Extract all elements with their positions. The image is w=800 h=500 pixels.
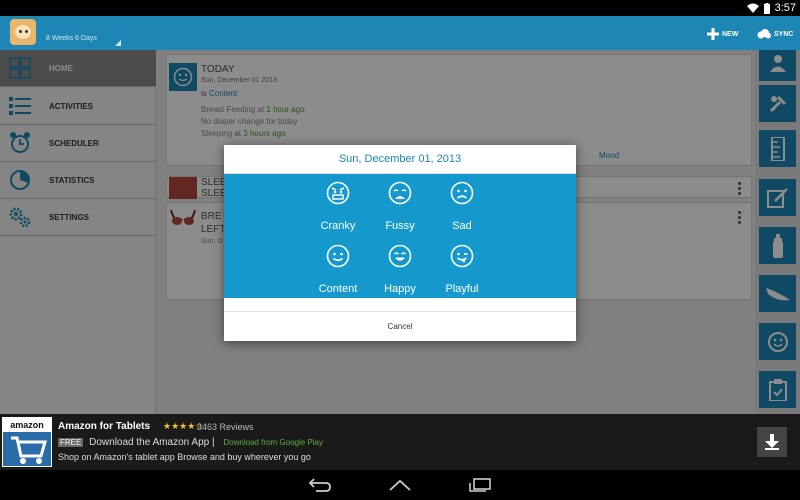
action-bar: 8 Weeks 6 Days NEW SYNC	[0, 16, 800, 50]
download-arrow-icon	[765, 434, 779, 450]
mood-option-content[interactable]: Content	[308, 244, 368, 295]
mood-label-content: Content	[318, 283, 358, 295]
ad-tagline: Shop on Amazon's tablet app Browse and b…	[58, 452, 311, 462]
battery-icon	[763, 2, 770, 14]
mood-label-cranky: Cranky	[320, 220, 356, 232]
content-face-icon	[326, 244, 350, 268]
mood-label-sad: Sad	[452, 220, 472, 232]
new-label: NEW	[722, 30, 739, 38]
ad-download-button[interactable]	[757, 427, 787, 457]
mood-label-happy: Happy	[384, 283, 416, 295]
happy-face-icon	[388, 244, 412, 268]
system-nav-bar	[0, 470, 800, 500]
google-play-text: Download from Google Play	[223, 438, 323, 447]
ad-title: Amazon for Tablets	[58, 421, 151, 432]
sync-label: SYNC	[774, 30, 794, 38]
plus-icon	[707, 28, 719, 40]
mood-option-fussy[interactable]: Fussy	[370, 181, 430, 232]
recents-button[interactable]	[466, 476, 494, 494]
sync-button[interactable]: SYNC	[757, 24, 793, 44]
back-arrow-icon	[308, 478, 331, 492]
ad-download-text: Download the Amazon App |	[89, 437, 215, 448]
mood-option-playful[interactable]: Playful	[432, 244, 492, 295]
dialog-title: Sun, December 01, 2013	[224, 145, 576, 174]
ad-banner[interactable]: amazon Amazon for Tablets ★★★★☆ 3463 Rev…	[0, 414, 800, 470]
playful-face-icon	[450, 244, 474, 268]
back-button[interactable]	[306, 476, 334, 494]
mood-label-playful: Playful	[445, 283, 479, 295]
mood-grid: Cranky Fussy Sad Content Happy Playful	[224, 174, 576, 298]
baby-age-spinner[interactable]: 8 Weeks 6 Days	[46, 35, 97, 42]
home-button[interactable]	[386, 476, 414, 494]
amazon-logo: amazon	[2, 417, 52, 467]
free-badge: FREE	[58, 438, 84, 447]
recents-icon	[469, 478, 491, 492]
new-button[interactable]: NEW	[707, 24, 738, 44]
sad-face-icon	[450, 181, 474, 205]
ad-reviews: 3463 Reviews	[197, 422, 254, 432]
amazon-logo-text: amazon	[3, 418, 51, 432]
shopping-cart-icon	[11, 436, 47, 464]
cancel-button[interactable]: Cancel	[224, 312, 576, 341]
wifi-icon	[746, 3, 759, 13]
fussy-face-icon	[388, 181, 412, 205]
mood-option-cranky[interactable]: Cranky	[308, 181, 368, 232]
mood-option-happy[interactable]: Happy	[370, 244, 430, 295]
ad-description: FREE Download the Amazon App | Download …	[58, 437, 323, 448]
app-logo[interactable]	[10, 19, 36, 45]
mood-label-fussy: Fussy	[385, 220, 415, 232]
cranky-face-icon	[326, 181, 350, 205]
mood-option-sad[interactable]: Sad	[432, 181, 492, 232]
spinner-caret-icon	[115, 40, 121, 46]
clock: 3:57	[774, 2, 796, 14]
cloud-icon	[757, 29, 771, 39]
status-bar: 3:57	[0, 0, 800, 16]
mood-dialog: Sun, December 01, 2013 Cranky Fussy Sad …	[224, 145, 576, 341]
home-outline-icon	[389, 479, 411, 491]
